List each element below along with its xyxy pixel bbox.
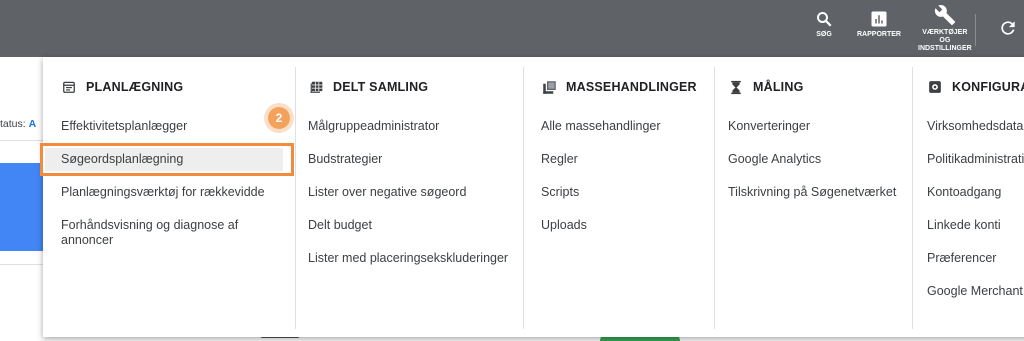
menu-item-scripts[interactable]: Scripts [541,185,579,200]
column-heading: MÅLING [728,79,804,95]
refresh-icon [1001,21,1015,35]
menu-item-tilskrivning[interactable]: Tilskrivning på Søgenetværket [728,185,896,200]
column-title: MÅLING [753,80,804,94]
menu-item-negative-soegeord[interactable]: Lister over negative søgeord [308,185,466,200]
background-status-prefix: tatus: [0,118,26,130]
search-button[interactable]: SØG [815,10,833,39]
menu-column-planning: PLANLÆGNING 2 Effektivitetsplanlægger Sø… [40,57,295,329]
column-heading: DELT SAMLING [308,79,428,95]
menu-item-alle-massehandlinger[interactable]: Alle massehandlinger [541,119,661,134]
menu-item-maalgruppeadministrator[interactable]: Målgruppeadministrator [308,119,439,134]
menu-item-linkede-konti[interactable]: Linkede konti [927,218,1001,233]
tools-settings-button[interactable]: VÆRKTØJER OG INDSTILLINGER [918,4,972,53]
background-status-value: A [28,118,37,130]
hourglass-icon [728,79,744,95]
menu-column-setup: KONFIGURATION Virksomhedsdata Politikadm… [909,57,1024,329]
refresh-button[interactable] [998,18,1018,38]
search-label: SØG [816,31,832,38]
menu-item-konverteringer[interactable]: Konverteringer [728,119,810,134]
reports-button[interactable]: RAPPORTER [857,10,901,39]
menu-item-planlaegningsvaerktoej[interactable]: Planlægningsværktøj for rækkevidde [61,185,265,200]
menu-item-regler[interactable]: Regler [541,152,578,167]
menu-item-delt-budget[interactable]: Delt budget [308,218,372,233]
menu-item-google-merchant-center[interactable]: Google Merchant Center [927,284,1024,299]
menu-item-uploads[interactable]: Uploads [541,218,587,233]
copy-stack-icon [541,79,557,95]
library-grid-icon [308,79,324,95]
tools-settings-label: VÆRKTØJER OG INDSTILLINGER [918,29,972,52]
menu-item-effektivitetsplanlaegger[interactable]: Effektivitetsplanlægger [61,119,187,134]
menu-item-forhaandsvisning[interactable]: Forhåndsvisning og diagnose af annoncer [61,218,276,248]
column-heading: KONFIGURATION [927,79,1024,95]
column-title: KONFIGURATION [952,80,1024,94]
background-divider [0,140,44,141]
search-icon [817,12,832,27]
column-title: DELT SAMLING [333,80,429,94]
bar-chart-icon [871,11,887,27]
background-blue-panel [0,163,44,251]
background-divider [0,264,44,265]
settings-box-icon [927,79,943,95]
menu-item-placeringsekskluderinger[interactable]: Lister med placeringsekskluderinger [308,251,508,266]
calendar-icon [61,79,77,95]
menu-item-virksomhedsdata[interactable]: Virksomhedsdata [927,119,1023,134]
menu-item-google-analytics[interactable]: Google Analytics [728,152,821,167]
step-badge: 2 [268,107,290,129]
menu-item-politikadministration[interactable]: Politikadministration [927,152,1024,167]
toolbar-divider [975,14,976,46]
background-status-text: tatus: A [0,118,36,130]
tools-dropdown-menu: PLANLÆGNING 2 Effektivitetsplanlægger Sø… [40,57,1024,337]
menu-item-budstrategier[interactable]: Budstrategier [308,152,382,167]
menu-item-praeferencer[interactable]: Præferencer [927,251,996,266]
reports-label: RAPPORTER [857,31,901,38]
menu-column-measurement: MÅLING Konverteringer Google Analytics T… [710,57,912,329]
top-toolbar: SØG RAPPORTER VÆRKTØJER OG INDSTILLINGER [0,0,1024,57]
column-title: PLANLÆGNING [86,80,184,94]
column-heading: PLANLÆGNING [61,79,183,95]
column-title: MASSEHANDLINGER [566,80,697,94]
menu-item-soegeordsplanlaegning[interactable]: Søgeordsplanlægning [61,152,183,167]
menu-column-shared-library: DELT SAMLING Målgruppeadministrator Buds… [290,57,523,329]
menu-item-kontoadgang[interactable]: Kontoadgang [927,185,1001,200]
wrench-icon [934,5,955,26]
menu-column-bulk-actions: MASSEHANDLINGER Alle massehandlinger Reg… [523,57,715,329]
column-heading: MASSEHANDLINGER [541,79,697,95]
